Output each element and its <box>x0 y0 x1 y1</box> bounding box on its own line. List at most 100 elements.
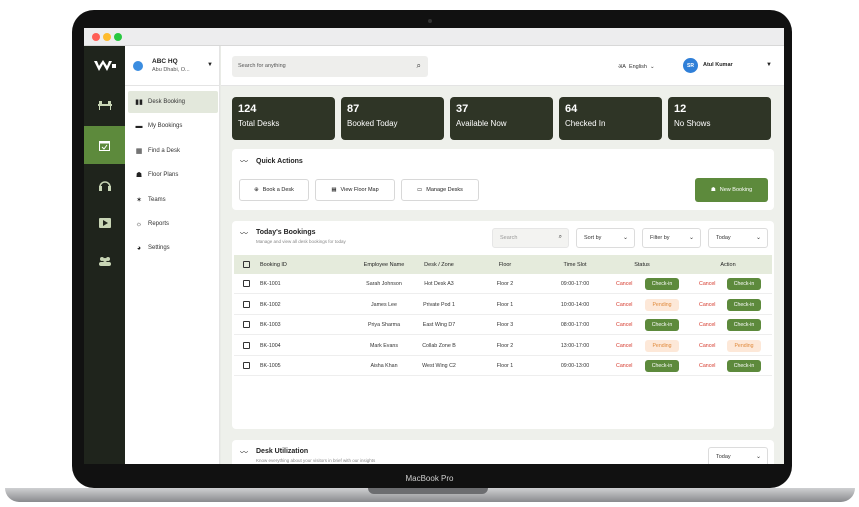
chevron-down-icon: ⌄ <box>622 235 628 241</box>
status-cancel-link[interactable]: Cancel <box>616 343 633 349</box>
status-cancel-link[interactable]: Cancel <box>616 281 633 287</box>
sidebar-item-reports[interactable]: ☼ Reports <box>128 213 218 235</box>
time-slot: 10:00-14:00 <box>560 301 590 308</box>
col-employee-name: Employee Name <box>363 262 405 268</box>
action-cancel-link[interactable]: Cancel <box>699 343 716 349</box>
status-cancel-link[interactable]: Cancel <box>616 302 633 308</box>
floor: Floor 1 <box>496 301 514 308</box>
view-floor-map-button[interactable]: ▦ View Floor Map <box>315 179 395 201</box>
bookings-search-input[interactable]: Search ⌕ <box>492 228 569 248</box>
language-selector[interactable]: अA English ⌄ <box>618 62 655 70</box>
row-checkbox[interactable] <box>243 321 250 328</box>
status-cancel-link[interactable]: Cancel <box>616 322 633 328</box>
user-plus-icon: ☗ <box>135 172 143 179</box>
global-search-input[interactable]: Search for anything ⌕ <box>232 56 428 77</box>
bar-chart-icon: ▮▮ <box>135 99 143 106</box>
sidebar-item-label: Desk Booking <box>148 99 186 105</box>
status-badge[interactable]: Pending <box>645 298 679 311</box>
sidebar-item-teams[interactable]: ✶ Teams <box>128 189 218 211</box>
rail-team-icon[interactable] <box>84 242 125 280</box>
desk-utilization-card: 〰 Desk Utilization Know everything about… <box>232 440 774 464</box>
status-cancel-link[interactable]: Cancel <box>616 363 633 369</box>
button-label: Manage Desks <box>426 187 463 193</box>
row-checkbox[interactable] <box>243 341 250 349</box>
sidebar-item-find-a-desk[interactable]: ▦ Find a Desk <box>128 140 218 162</box>
stat-label: Booked Today <box>347 119 398 128</box>
rail-play-icon[interactable] <box>84 204 125 242</box>
stat-label: Checked In <box>565 119 606 128</box>
chevron-down-icon: ⌄ <box>688 235 694 241</box>
sidebar-item-settings[interactable]: ◕ Settings <box>128 237 218 259</box>
rail-headset-icon[interactable] <box>84 166 125 204</box>
status-badge[interactable]: Check-in <box>645 319 679 331</box>
app-logo[interactable] <box>84 46 125 86</box>
desk-zone: West Wing C2 <box>422 363 456 369</box>
col-booking-id: Booking ID <box>260 262 287 268</box>
sidebar-item-my-bookings[interactable]: ▬ My Bookings <box>128 115 218 137</box>
sidebar-item-label: Floor Plans <box>148 172 179 178</box>
org-switcher[interactable]: ABC HQ Abu Dhabi, O... ▼ <box>125 46 220 86</box>
col-time-slot: Time Slot <box>563 262 587 268</box>
laptop-notch <box>368 488 488 494</box>
stat-value: 64 <box>565 103 578 115</box>
action-cancel-link[interactable]: Cancel <box>699 281 716 287</box>
row-checkbox[interactable] <box>243 300 250 308</box>
stat-value: 124 <box>238 103 257 115</box>
avatar[interactable]: SR <box>683 58 698 73</box>
caret-down-icon: ▼ <box>207 62 213 68</box>
date-label: Today <box>716 235 731 241</box>
select-all-checkbox[interactable] <box>243 261 250 268</box>
date-dropdown[interactable]: Today ⌄ <box>708 228 768 248</box>
status-badge[interactable]: Check-in <box>645 360 679 372</box>
new-booking-button[interactable]: ☗ New Booking <box>695 178 768 202</box>
stat-card-total-desks: 124 Total Desks <box>232 97 335 140</box>
status-badge[interactable]: Pending <box>645 339 679 352</box>
action-cancel-link[interactable]: Cancel <box>699 302 716 308</box>
row-checkbox[interactable] <box>243 362 250 369</box>
user-name[interactable]: Atul Kumar <box>703 62 733 68</box>
action-cancel-link[interactable]: Cancel <box>699 363 716 369</box>
maximize-window-button[interactable] <box>114 33 122 41</box>
sidebar: ABC HQ Abu Dhabi, O... ▼ ▮▮ Desk Booking… <box>125 46 220 464</box>
grid-icon: ▦ <box>331 187 337 193</box>
row-checkbox[interactable] <box>243 280 250 287</box>
filter-by-dropdown[interactable]: Filter by ⌄ <box>642 228 701 248</box>
utilization-subtitle: Know everything about your visitors in b… <box>256 458 376 463</box>
employee-name: Mark Evans <box>370 342 398 349</box>
time-slot: 09:00-13:00 <box>560 363 590 369</box>
minimize-window-button[interactable] <box>103 33 111 41</box>
org-location: Abu Dhabi, O... <box>152 67 190 73</box>
action-button[interactable]: Pending <box>727 339 761 352</box>
status-badge[interactable]: Check-in <box>645 278 679 290</box>
action-button[interactable]: Check-in <box>727 278 761 290</box>
sidebar-item-floor-plans[interactable]: ☗ Floor Plans <box>128 164 218 186</box>
close-window-button[interactable] <box>92 33 100 41</box>
stat-label: Available Now <box>456 119 507 128</box>
sidebar-item-desk-booking[interactable]: ▮▮ Desk Booking <box>128 91 218 113</box>
action-button[interactable]: Check-in <box>727 319 761 331</box>
monitor-icon: ▭ <box>417 187 423 193</box>
stat-card-checked-in: 64 Checked In <box>559 97 662 140</box>
caret-down-icon[interactable]: ▼ <box>766 62 772 68</box>
floor: Floor 1 <box>496 363 514 369</box>
action-button[interactable]: Check-in <box>727 298 761 311</box>
rail-calendar-icon[interactable] <box>84 126 125 164</box>
org-name: ABC HQ <box>152 58 178 65</box>
stat-value: 87 <box>347 103 360 115</box>
action-button[interactable]: Check-in <box>727 360 761 372</box>
manage-desks-button[interactable]: ▭ Manage Desks <box>401 179 479 201</box>
time-slot: 09:00-17:00 <box>560 281 590 287</box>
employee-name: Priya Sharma <box>367 322 401 328</box>
bookings-subtitle: Manage and view all desk bookings for to… <box>256 239 346 244</box>
utilization-date-dropdown[interactable]: Today ⌄ <box>708 447 768 464</box>
table-header: Booking ID Employee Name Desk / Zone Flo… <box>234 255 772 274</box>
rail-desk-icon[interactable] <box>84 86 125 124</box>
search-icon[interactable]: ⌕ <box>417 61 421 71</box>
action-cancel-link[interactable]: Cancel <box>699 322 716 328</box>
desk-zone: Collab Zone B <box>422 342 456 349</box>
book-a-desk-button[interactable]: ⊕ Book a Desk <box>239 179 309 201</box>
desk-zone: East Wing D7 <box>422 322 456 328</box>
sort-by-dropdown[interactable]: Sort by ⌄ <box>576 228 635 248</box>
sparkline-icon: 〰 <box>240 448 248 457</box>
floor: Floor 2 <box>496 342 514 349</box>
